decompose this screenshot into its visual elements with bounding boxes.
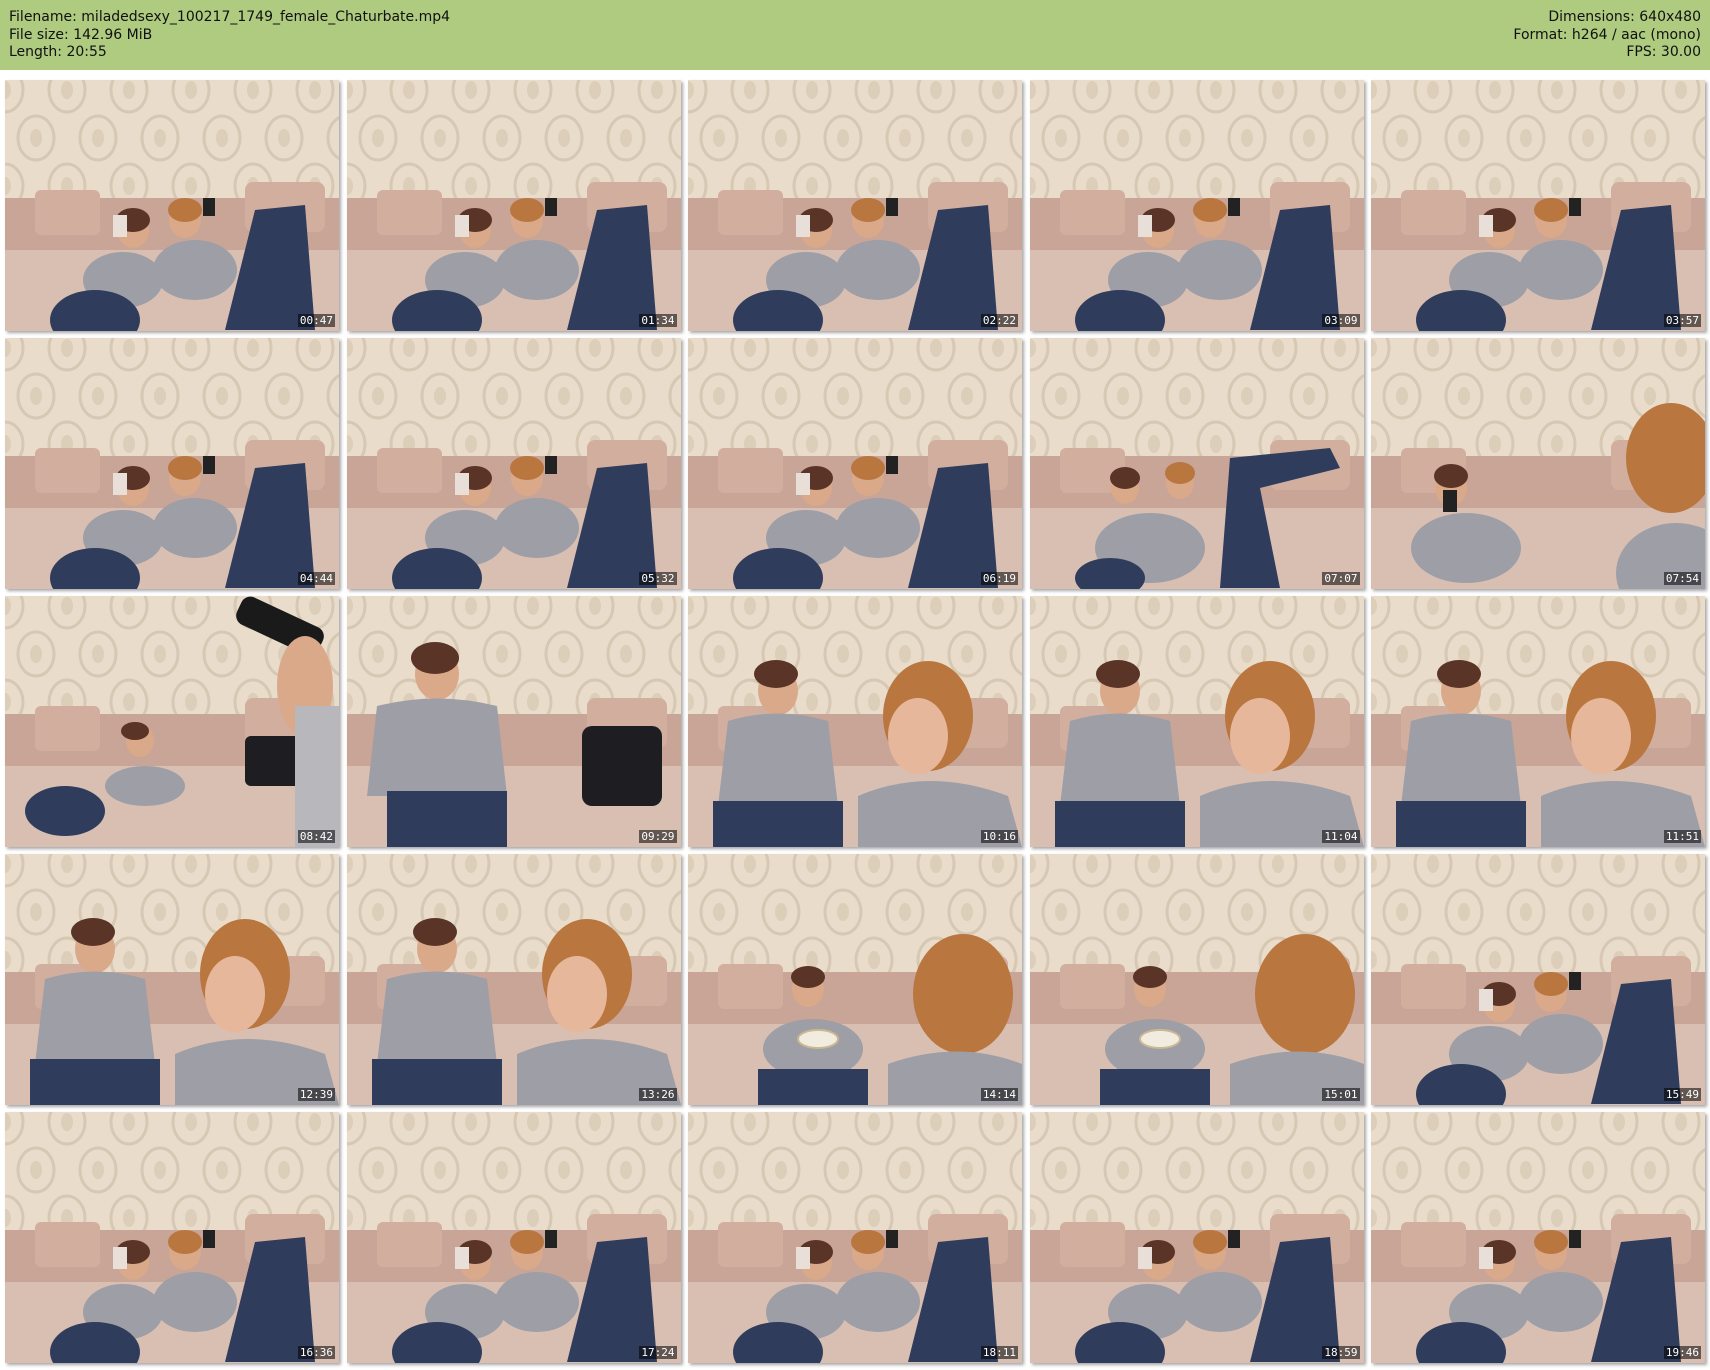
video-thumbnail: 12:39 <box>5 854 339 1105</box>
video-thumbnail: 08:42 <box>5 596 339 847</box>
video-frame-thumbnail <box>688 854 1022 1105</box>
video-thumbnail: 11:51 <box>1371 596 1705 847</box>
video-thumbnail: 06:19 <box>688 338 1022 589</box>
timestamp-label: 17:24 <box>639 1346 677 1359</box>
timestamp-label: 12:39 <box>297 1088 335 1101</box>
video-thumbnail: 05:32 <box>346 338 681 589</box>
video-thumbnail: 10:16 <box>688 596 1022 847</box>
video-frame-thumbnail <box>1371 1112 1705 1363</box>
format-text: Format: h264 / aac (mono) <box>1513 26 1701 43</box>
timestamp-label: 07:54 <box>1663 572 1701 585</box>
timestamp-label: 05:32 <box>639 572 677 585</box>
timestamp-label: 19:46 <box>1663 1346 1701 1359</box>
timestamp-label: 06:19 <box>980 572 1018 585</box>
video-frame-thumbnail <box>346 854 681 1105</box>
video-frame-thumbnail <box>688 1112 1022 1363</box>
video-frame-thumbnail <box>5 1112 339 1363</box>
length-text: Length: 20:55 <box>9 44 107 60</box>
timestamp-label: 04:44 <box>297 572 335 585</box>
timestamp-label: 10:16 <box>980 830 1018 843</box>
video-frame-thumbnail <box>1029 1112 1364 1363</box>
video-frame-thumbnail <box>5 854 339 1105</box>
timestamp-label: 13:26 <box>639 1088 677 1101</box>
timestamp-label: 00:47 <box>297 314 335 327</box>
timestamp-label: 18:59 <box>1322 1346 1360 1359</box>
file-info-left: Filename: miladedsexy_100217_1749_female… <box>9 9 450 62</box>
video-thumbnail: 19:46 <box>1371 1112 1705 1363</box>
video-frame-thumbnail <box>346 80 681 331</box>
timestamp-label: 14:14 <box>980 1088 1018 1101</box>
filename-text: Filename: miladedsexy_100217_1749_female… <box>9 9 451 25</box>
video-thumbnail: 07:07 <box>1029 338 1364 589</box>
fps-text: FPS: 30.00 <box>1626 44 1701 60</box>
video-thumbnail: 11:04 <box>1029 596 1364 847</box>
video-thumbnail: 04:44 <box>5 338 339 589</box>
video-thumbnail: 07:54 <box>1371 338 1705 589</box>
video-frame-thumbnail <box>5 596 339 847</box>
video-thumbnail: 18:59 <box>1029 1112 1364 1363</box>
info-header: Filename: miladedsexy_100217_1749_female… <box>0 0 1710 70</box>
video-frame-thumbnail <box>5 80 339 331</box>
timestamp-label: 02:22 <box>980 314 1018 327</box>
video-thumbnail: 16:36 <box>5 1112 339 1363</box>
timestamp-label: 15:01 <box>1322 1088 1360 1101</box>
timestamp-label: 11:04 <box>1322 830 1360 843</box>
video-thumbnail: 15:01 <box>1029 854 1364 1105</box>
video-frame-thumbnail <box>688 596 1022 847</box>
video-frame-thumbnail <box>688 80 1022 331</box>
video-thumbnail: 15:49 <box>1371 854 1705 1105</box>
video-thumbnail: 03:09 <box>1029 80 1364 331</box>
video-frame-thumbnail <box>1029 854 1364 1105</box>
video-thumbnail: 09:29 <box>346 596 681 847</box>
video-frame-thumbnail <box>346 1112 681 1363</box>
timestamp-label: 11:51 <box>1663 830 1701 843</box>
video-frame-thumbnail <box>1029 80 1364 331</box>
timestamp-label: 03:09 <box>1322 314 1360 327</box>
video-thumbnail: 00:47 <box>5 80 339 331</box>
video-frame-thumbnail <box>1371 338 1705 589</box>
video-frame-thumbnail <box>1029 596 1364 847</box>
timestamp-label: 16:36 <box>297 1346 335 1359</box>
video-thumbnail: 13:26 <box>346 854 681 1105</box>
file-size-text: File size: 142.96 MiB <box>9 26 153 43</box>
video-frame-thumbnail <box>1371 80 1705 331</box>
timestamp-label: 08:42 <box>297 830 335 843</box>
timestamp-label: 01:34 <box>639 314 677 327</box>
video-frame-thumbnail <box>1371 596 1705 847</box>
video-frame-thumbnail <box>688 338 1022 589</box>
video-thumbnail: 03:57 <box>1371 80 1705 331</box>
video-frame-thumbnail <box>1029 338 1364 589</box>
timestamp-label: 15:49 <box>1663 1088 1701 1101</box>
timestamp-label: 03:57 <box>1663 314 1701 327</box>
video-frame-thumbnail <box>346 338 681 589</box>
video-thumbnail: 17:24 <box>346 1112 681 1363</box>
timestamp-label: 09:29 <box>639 830 677 843</box>
video-frame-thumbnail <box>1371 854 1705 1105</box>
video-frame-thumbnail <box>346 596 681 847</box>
timestamp-label: 18:11 <box>980 1346 1018 1359</box>
video-thumbnail: 01:34 <box>346 80 681 331</box>
file-info-right: Dimensions: 640x480 Format: h264 / aac (… <box>1513 9 1701 62</box>
video-thumbnail: 14:14 <box>688 854 1022 1105</box>
video-thumbnail: 02:22 <box>688 80 1022 331</box>
video-thumbnail: 18:11 <box>688 1112 1022 1363</box>
dimensions-text: Dimensions: 640x480 <box>1548 9 1701 25</box>
timestamp-label: 07:07 <box>1322 572 1360 585</box>
thumbnail-grid: 00:47 01:34 02:22 03:09 03:57 04:44 05:32 06:19… <box>5 80 1705 1363</box>
video-frame-thumbnail <box>5 338 339 589</box>
